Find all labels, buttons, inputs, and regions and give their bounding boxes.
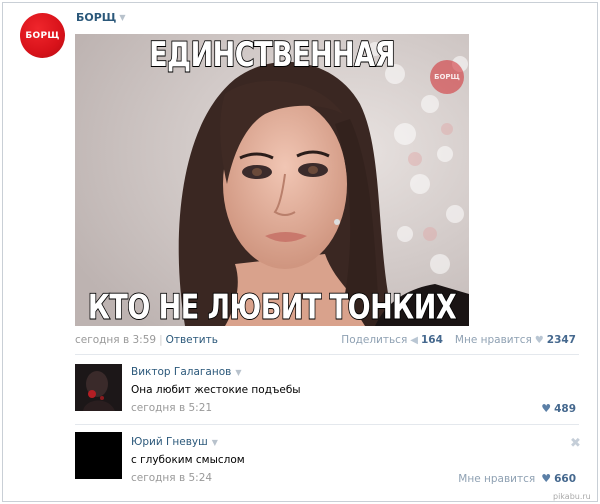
- meme-top-caption: ЕДИНСТВЕННАЯ: [148, 35, 396, 76]
- divider: [75, 424, 579, 425]
- source-watermark: pikabu.ru: [553, 492, 591, 501]
- comment-like-count: 660: [554, 472, 576, 485]
- caret-down-icon[interactable]: ▼: [212, 438, 218, 447]
- group-avatar-text: БОРЩ: [25, 30, 60, 41]
- comment-text: с глубоким смыслом: [131, 454, 245, 466]
- like-label: Мне нравится: [454, 334, 532, 346]
- close-icon[interactable]: ✖: [570, 436, 581, 451]
- comment-time[interactable]: сегодня в 5:24: [131, 472, 212, 484]
- comment-author[interactable]: Виктор Галаганов: [131, 366, 231, 378]
- share-button[interactable]: Поделиться ◀ 164: [341, 334, 443, 346]
- post-author-row: БОРЩ ▼: [76, 11, 126, 24]
- heart-icon: ♥: [534, 334, 544, 346]
- caret-down-icon[interactable]: ▼: [235, 368, 241, 377]
- post-meta: сегодня в 3:59 | Ответить: [75, 334, 218, 346]
- comment-avatar[interactable]: [75, 432, 122, 479]
- comment-author[interactable]: Юрий Гневуш: [131, 436, 208, 448]
- post-actions: Поделиться ◀ 164 Мне нравится ♥ 2347: [341, 334, 576, 346]
- comment-text: Она любит жестокие подъебы: [131, 384, 301, 396]
- comment-time[interactable]: сегодня в 5:21: [131, 402, 212, 414]
- post-time[interactable]: сегодня в 3:59: [75, 334, 156, 346]
- heart-icon: ♥: [541, 402, 552, 415]
- heart-icon: ♥: [541, 472, 552, 485]
- divider: [75, 354, 579, 355]
- comment-like-count: 489: [554, 402, 576, 415]
- caret-down-icon[interactable]: ▼: [119, 13, 125, 22]
- meta-separator: |: [159, 334, 163, 346]
- group-avatar[interactable]: БОРЩ: [20, 13, 65, 58]
- meme-bottom-caption: КТО НЕ ЛЮБИТ ТОНКИХ ШУТОК: [87, 287, 457, 326]
- share-label: Поделиться: [341, 334, 408, 346]
- comment-like-label: Мне нравится: [458, 472, 536, 485]
- comment-like-button[interactable]: Мне нравится ♥ 660: [458, 472, 576, 485]
- share-count: 164: [420, 334, 443, 346]
- comment-like-button[interactable]: ♥ 489: [541, 402, 576, 415]
- comment-avatar[interactable]: [75, 364, 122, 411]
- comment-author-row: Юрий Гневуш ▼: [131, 436, 218, 448]
- like-count: 2347: [546, 334, 576, 346]
- comment-author-row: Виктор Галаганов ▼: [131, 366, 241, 378]
- like-button[interactable]: Мне нравится ♥ 2347: [455, 334, 576, 346]
- photo-illustration: [75, 34, 469, 326]
- reply-link[interactable]: Ответить: [166, 334, 218, 346]
- megaphone-icon: ◀: [410, 334, 418, 346]
- post-image[interactable]: ЕДИНСТВЕННАЯ КТО НЕ ЛЮБИТ ТОНКИХ ШУТОК: [75, 34, 469, 326]
- post-author-name[interactable]: БОРЩ: [76, 11, 116, 24]
- watermark-logo: БОРЩ: [430, 60, 464, 94]
